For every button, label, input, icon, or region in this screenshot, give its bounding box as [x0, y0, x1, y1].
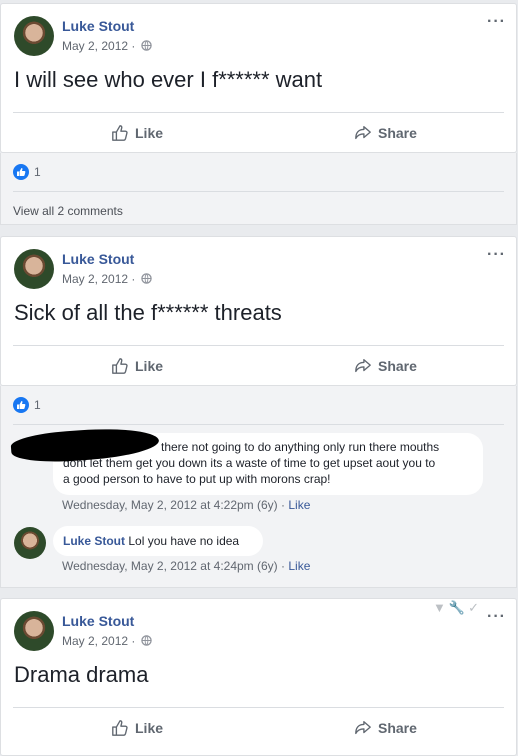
- post-text: Sick of all the f****** threats: [14, 300, 282, 325]
- share-arrow-icon: [355, 721, 371, 735]
- post-card: Luke Stout May 2, 2012 · ··· I will see …: [0, 3, 517, 153]
- post-footer: 1 View all 2 comments: [0, 153, 517, 225]
- comment-author[interactable]: Luke Stout: [63, 534, 125, 548]
- post-date[interactable]: May 2, 2012 ·: [62, 272, 152, 286]
- share-button[interactable]: Share: [354, 719, 417, 737]
- post-date-text[interactable]: May 2, 2012 ·: [62, 272, 135, 286]
- share-button[interactable]: Share: [354, 124, 417, 142]
- post-card: Luke Stout May 2, 2012 · ··· Sick of all…: [0, 236, 517, 386]
- like-label: Like: [135, 720, 164, 736]
- comment-timestamp[interactable]: Wednesday, May 2, 2012 at 4:24pm (6y) ·: [62, 559, 285, 573]
- comment-meta: Wednesday, May 2, 2012 at 4:22pm (6y) · …: [62, 498, 310, 512]
- thumbs-up-icon: [112, 125, 128, 141]
- author-name[interactable]: Luke Stout: [62, 613, 134, 629]
- like-button[interactable]: Like: [111, 719, 163, 737]
- share-arrow-icon: [355, 359, 371, 373]
- comment-text-line: dont let them get you down its a waste o…: [63, 456, 436, 470]
- thumbs-up-icon: [112, 358, 128, 374]
- globe-icon: [140, 635, 152, 646]
- comment-like-link[interactable]: Like: [288, 559, 310, 573]
- more-options-icon[interactable]: ···: [487, 13, 506, 31]
- thumbs-up-icon: [112, 720, 128, 736]
- post-date[interactable]: May 2, 2012 ·: [62, 39, 152, 53]
- post-footer: 1 there not going to do anything only ru…: [0, 386, 517, 588]
- comment-bubble: Luke Stout Lol you have no idea: [53, 526, 263, 556]
- post-text: I will see who ever I f****** want: [14, 67, 323, 92]
- like-reaction-icon: [13, 164, 29, 180]
- more-options-icon[interactable]: ···: [487, 608, 506, 626]
- share-label: Share: [378, 720, 417, 736]
- like-label: Like: [135, 358, 164, 374]
- share-button[interactable]: Share: [354, 357, 417, 375]
- comment-text-line: a good person to have to put up with mor…: [63, 472, 331, 486]
- post-card: Luke Stout May 2, 2012 · ··· Drama drama…: [0, 598, 517, 756]
- avatar[interactable]: [14, 16, 54, 56]
- post-date[interactable]: May 2, 2012 ·: [62, 634, 152, 648]
- post-date-text[interactable]: May 2, 2012 ·: [62, 39, 135, 53]
- avatar[interactable]: [14, 527, 46, 559]
- reaction-count: 1: [34, 165, 41, 179]
- author-name[interactable]: Luke Stout: [62, 251, 134, 267]
- comment-meta: Wednesday, May 2, 2012 at 4:24pm (6y) · …: [62, 559, 310, 573]
- share-label: Share: [378, 358, 417, 374]
- reaction-summary[interactable]: 1: [13, 164, 41, 180]
- like-button[interactable]: Like: [111, 357, 163, 375]
- avatar[interactable]: [14, 249, 54, 289]
- reaction-count: 1: [34, 398, 41, 412]
- comment-text: Lol you have no idea: [128, 534, 240, 548]
- like-button[interactable]: Like: [111, 124, 163, 142]
- divider: [13, 345, 504, 346]
- author-name[interactable]: Luke Stout: [62, 18, 134, 34]
- comment-timestamp[interactable]: Wednesday, May 2, 2012 at 4:22pm (6y) ·: [62, 498, 285, 512]
- share-arrow-icon: [355, 126, 371, 140]
- post-text: Drama drama: [14, 662, 149, 687]
- globe-icon: [140, 273, 152, 284]
- divider: [13, 191, 504, 192]
- post-date-text[interactable]: May 2, 2012 ·: [62, 634, 135, 648]
- toolbar-icons: ▼🔧✓: [433, 600, 482, 616]
- avatar[interactable]: [14, 611, 54, 651]
- divider: [13, 112, 504, 113]
- globe-icon: [140, 40, 152, 51]
- like-reaction-icon: [13, 397, 29, 413]
- reaction-summary[interactable]: 1: [13, 397, 41, 413]
- checkmark-icon[interactable]: ✓: [468, 600, 482, 615]
- share-label: Share: [378, 125, 417, 141]
- like-label: Like: [135, 125, 164, 141]
- wrench-icon[interactable]: 🔧: [449, 600, 468, 615]
- view-all-comments-link[interactable]: View all 2 comments: [13, 204, 123, 218]
- more-options-icon[interactable]: ···: [487, 246, 506, 264]
- divider: [13, 707, 504, 708]
- divider: [13, 424, 504, 425]
- comment-like-link[interactable]: Like: [288, 498, 310, 512]
- filter-icon[interactable]: ▼: [433, 600, 449, 615]
